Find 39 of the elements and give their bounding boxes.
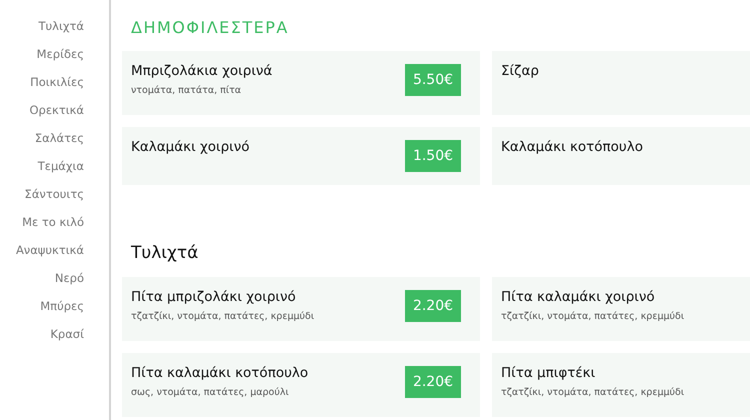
sidebar-link[interactable]: Με το κιλό xyxy=(0,212,109,240)
sidebar-link[interactable]: Ποικιλίες xyxy=(0,72,109,100)
item-name: Πίτα μπριζολάκι χοιρινό xyxy=(131,289,297,305)
sidebar-link[interactable]: Σαλάτες xyxy=(0,128,109,156)
item-name: Καλαμάκι κοτόπουλο xyxy=(501,139,643,155)
section-heading: Τυλιχτά xyxy=(130,242,200,265)
item-description: τζατζίκι, ντομάτα, πατάτες, κρεμμύδι xyxy=(501,387,684,398)
item-name: Μπριζολάκια χοιρινά xyxy=(131,63,272,79)
item-name: Πίτα μπιφτέκι xyxy=(501,365,596,381)
sidebar-link[interactable]: Τυλιχτά xyxy=(0,16,109,44)
price-badge: 1.50€ xyxy=(405,140,461,172)
item-description: σως, ντομάτα, πατάτες, μαρούλι xyxy=(131,387,290,398)
menu-item-card[interactable]: Πίτα μπιφτέκι τζατζίκι, ντομάτα, πατάτες, κρεμμύδι xyxy=(492,353,750,417)
sidebar-link[interactable]: Σάντουιτς xyxy=(0,184,109,212)
menu-item-card[interactable]: Πίτα καλαμάκι χοιρινό τζατζίκι, ντομάτα, πατάτες, κρεμμύδι xyxy=(492,277,750,341)
sidebar-link[interactable]: Ορεκτικά xyxy=(0,100,109,128)
sidebar-link[interactable]: Μερίδες xyxy=(0,44,109,72)
menu-item-card[interactable]: Καλαμάκι χοιρινό 1.50€ xyxy=(122,127,480,185)
menu-item-card[interactable]: Πίτα μπριζολάκι χοιρινό τζατζίκι, ντομάτα, πατάτες, κρεμμύδι 2.20€ xyxy=(122,277,480,341)
sidebar-link[interactable]: Μπύρες xyxy=(0,296,109,324)
section-heading: ΔΗΜΟΦΙΛΕΣΤΕΡΑ xyxy=(130,17,290,39)
menu-item-card[interactable]: Καλαμάκι κοτόπουλο xyxy=(492,127,750,185)
price-badge: 2.20€ xyxy=(405,366,461,398)
sidebar-link[interactable]: Κρασί xyxy=(0,324,109,352)
sidebar-link[interactable]: Τεμάχια xyxy=(0,156,109,184)
menu-item-card[interactable]: Πίτα καλαμάκι κοτόπουλο σως, ντομάτα, πατάτες, μαρούλι 2.20€ xyxy=(122,353,480,417)
menu-item-card[interactable]: Μπριζολάκια χοιρινά ντομάτα, πατάτα, πίτα 5.50€ xyxy=(122,51,480,115)
price-badge: 5.50€ xyxy=(405,64,461,96)
sidebar-link[interactable]: Νερό xyxy=(0,268,109,296)
item-description: τζατζίκι, ντομάτα, πατάτες, κρεμμύδι xyxy=(501,311,684,322)
item-name: Πίτα καλαμάκι χοιρινό xyxy=(501,289,656,305)
menu-item-card[interactable]: Σίζαρ xyxy=(492,51,750,115)
item-description: τζατζίκι, ντομάτα, πατάτες, κρεμμύδι xyxy=(131,311,314,322)
item-name: Καλαμάκι χοιρινό xyxy=(131,139,250,155)
price-badge: 2.20€ xyxy=(405,290,461,322)
sidebar-link[interactable]: Αναψυκτικά xyxy=(0,240,109,268)
item-description: ντομάτα, πατάτα, πίτα xyxy=(131,85,242,96)
item-name: Πίτα καλαμάκι κοτόπουλο xyxy=(131,365,308,381)
item-name: Σίζαρ xyxy=(501,63,539,79)
